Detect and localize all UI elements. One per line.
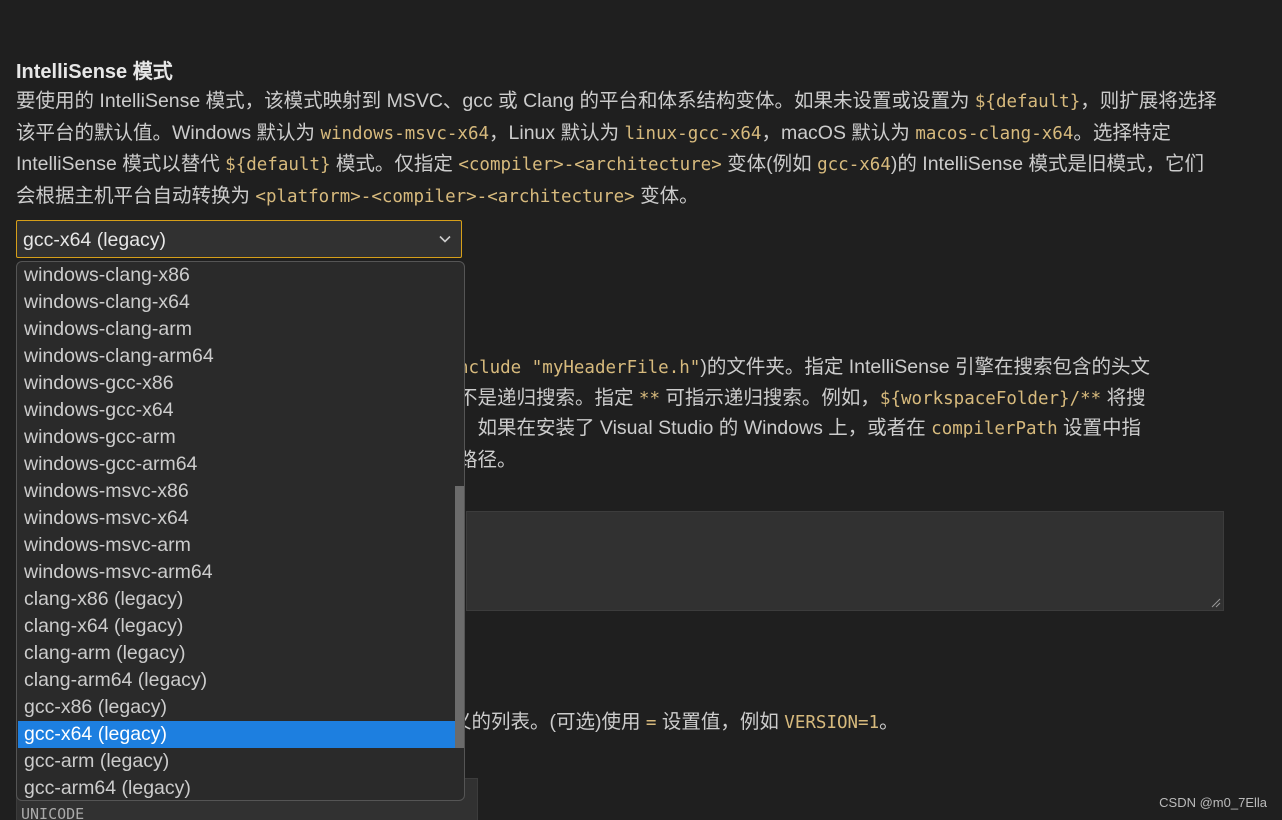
dropdown-option[interactable]: clang-arm64 (legacy) — [18, 667, 455, 694]
desc-code: windows-msvc-x64 — [320, 123, 490, 144]
defines-description: 义的列表。(可选)使用 = 设置值，例如 VERSION=1。 — [452, 711, 899, 733]
desc-code: gcc-x64 — [817, 155, 891, 175]
setting-description: 要使用的 IntelliSense 模式，该模式映射到 MSVC、gcc 或 C… — [16, 86, 1221, 212]
desc-text: 变体。 — [634, 184, 699, 207]
dropdown-scrollbar[interactable] — [455, 486, 464, 748]
dropdown-option[interactable]: clang-x64 (legacy) — [18, 613, 455, 640]
desc-code: linux-gcc-x64 — [624, 123, 762, 144]
desc-code: ${default} — [974, 92, 1081, 112]
settings-page: IntelliSense 模式 要使用的 IntelliSense 模式，该模式… — [0, 0, 1282, 820]
intellisense-mode-select[interactable]: gcc-x64 (legacy) — [16, 220, 462, 258]
desc-text: 变体(例如 — [721, 153, 818, 175]
dropdown-option[interactable]: windows-msvc-x86 — [18, 478, 455, 505]
include-code: nclude "myHeaderFile.h" — [458, 358, 701, 378]
desc-text: ，Linux 默认为 — [489, 121, 625, 144]
dropdown-option[interactable]: windows-msvc-x64 — [18, 505, 455, 532]
dropdown-option[interactable]: windows-clang-x86 — [18, 262, 455, 289]
include-path-textarea[interactable] — [466, 511, 1224, 611]
dropdown-option[interactable]: gcc-x86 (legacy) — [18, 694, 455, 721]
dropdown-option[interactable]: windows-gcc-arm64 — [18, 451, 455, 478]
chevron-down-icon — [439, 235, 451, 243]
dropdown-option[interactable]: gcc-arm64 (legacy) — [18, 775, 455, 800]
defines-input-value: UNICODE — [21, 805, 85, 820]
dropdown-option[interactable]: gcc-arm (legacy) — [18, 748, 455, 775]
dropdown-option[interactable]: windows-clang-arm — [18, 316, 455, 343]
desc-code: macos-clang-x64 — [915, 123, 1074, 144]
dropdown-option[interactable]: windows-gcc-x86 — [18, 370, 455, 397]
select-dropdown-list[interactable]: gcc-arm64 (legacy) gcc-arm (legacy) gcc-x6… — [16, 261, 465, 801]
include-desc-line-2: 不是递归搜索。指定 ** 可指示递归搜索。例如，${workspaceFolde… — [458, 387, 1146, 409]
dropdown-option[interactable]: windows-gcc-arm — [18, 424, 455, 451]
dropdown-option[interactable]: windows-msvc-arm64 — [18, 559, 455, 586]
dropdown-option[interactable]: windows-clang-arm64 — [18, 343, 455, 370]
resize-grip-icon[interactable] — [1211, 598, 1221, 608]
setting-title: IntelliSense 模式 — [16, 61, 173, 83]
desc-code: <compiler>-<architecture> — [458, 155, 722, 175]
dropdown-option[interactable]: windows-gcc-x64 — [18, 397, 455, 424]
desc-text: 要使用的 IntelliSense 模式，该模式映射到 MSVC、gcc 或 C… — [16, 90, 975, 112]
desc-code: ${default} — [225, 155, 331, 175]
include-desc-line-4: 路径。 — [458, 449, 517, 471]
desc-code: <platform>-<compiler>-<architecture> — [255, 186, 635, 207]
dropdown-option[interactable]: windows-msvc-arm — [18, 532, 455, 559]
dropdown-option[interactable]: windows-clang-x64 — [18, 289, 455, 316]
watermark: CSDN @m0_7Ella — [1159, 795, 1267, 810]
dropdown-option[interactable]: clang-arm (legacy) — [18, 640, 455, 667]
dropdown-option[interactable]: clang-x86 (legacy) — [18, 586, 455, 613]
include-desc-line-1: nclude "myHeaderFile.h")的文件夹。指定 IntelliS… — [458, 356, 1150, 378]
desc-text: ，macOS 默认为 — [761, 121, 916, 144]
dropdown-option[interactable]: gcc-x64 (legacy) — [18, 721, 455, 748]
select-value: gcc-x64 (legacy) — [23, 229, 167, 251]
include-desc-line-3: 。如果在安装了 Visual Studio 的 Windows 上，或者在 co… — [458, 417, 1142, 439]
desc-text: 模式。仅指定 — [330, 153, 459, 175]
